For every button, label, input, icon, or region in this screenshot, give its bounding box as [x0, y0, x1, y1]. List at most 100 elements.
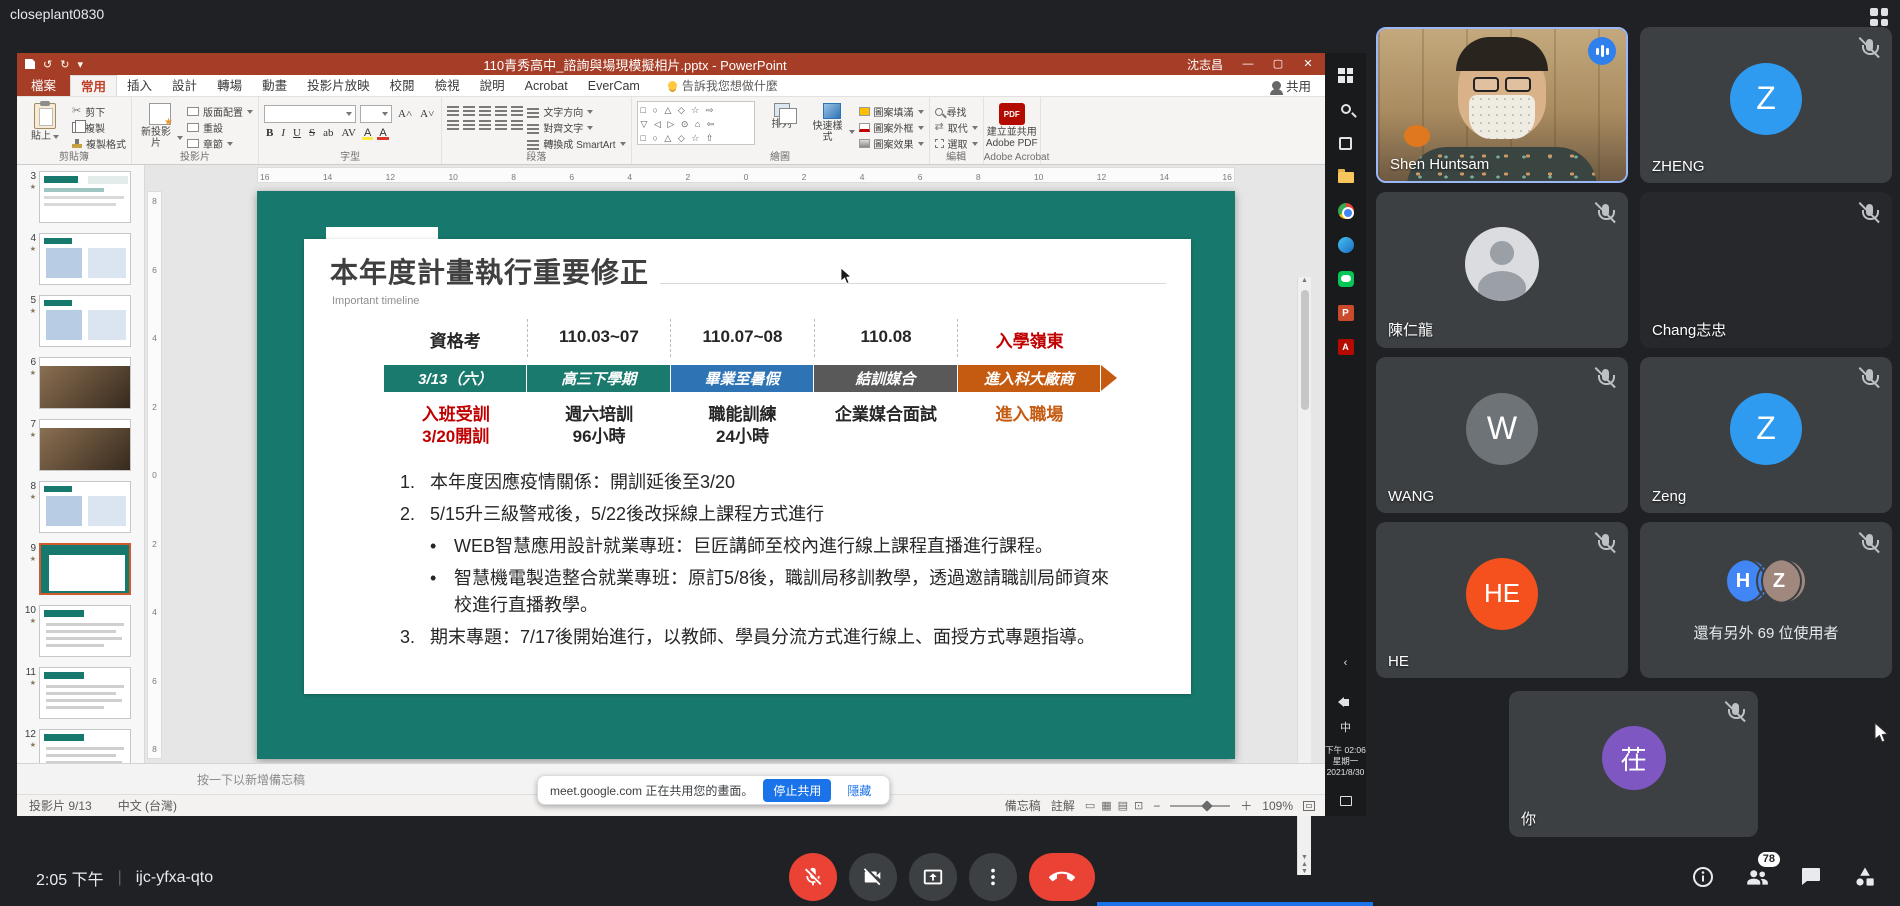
- slideshow-view-icon[interactable]: ⊡: [1134, 799, 1143, 812]
- zoom-slider[interactable]: [1170, 805, 1230, 807]
- align-text-button[interactable]: 對齊文字: [527, 121, 625, 134]
- font-size-select[interactable]: [360, 105, 392, 123]
- mute-button[interactable]: [789, 853, 837, 901]
- view-switcher[interactable]: ▭ ▦ ▤ ⊡: [1085, 799, 1143, 812]
- end-call-button[interactable]: [1029, 853, 1095, 901]
- align-center-icon[interactable]: [463, 119, 475, 129]
- vertical-ruler[interactable]: 864202468: [147, 191, 162, 759]
- copy-button[interactable]: 複製: [72, 121, 126, 134]
- ribbon-tab[interactable]: 插入: [117, 75, 162, 96]
- ribbon-tab[interactable]: Acrobat: [515, 75, 578, 96]
- chat-button[interactable]: [1798, 864, 1824, 890]
- ribbon-tab[interactable]: EverCam: [578, 75, 650, 96]
- notes-toggle[interactable]: 備忘稿: [1005, 797, 1041, 814]
- hidden-icons-chevron[interactable]: ‹: [1325, 657, 1366, 669]
- acrobat-button[interactable]: A: [1325, 331, 1366, 363]
- zoom-out-icon[interactable]: −: [1153, 799, 1160, 813]
- arrange-button[interactable]: 排列: [759, 101, 805, 149]
- tell-me-box[interactable]: 告訴我您想做什麼: [668, 75, 778, 96]
- strikethrough-button[interactable]: S: [307, 127, 317, 139]
- ribbon-tab[interactable]: 常用: [70, 75, 117, 96]
- slide-thumbnail[interactable]: 9★: [23, 543, 144, 595]
- participant-tile-wang[interactable]: W WANG: [1376, 357, 1628, 513]
- char-spacing-button[interactable]: AV: [339, 127, 357, 139]
- decrease-indent-icon[interactable]: [479, 105, 491, 115]
- increase-indent-icon[interactable]: [495, 105, 507, 115]
- shrink-font-icon[interactable]: A˅: [418, 108, 436, 120]
- ribbon-tab[interactable]: 設計: [162, 75, 207, 96]
- shape-fill-button[interactable]: 圖案填滿: [859, 105, 924, 118]
- undo-icon[interactable]: ↺: [43, 58, 52, 71]
- numbering-icon[interactable]: [463, 105, 475, 115]
- horizontal-ruler[interactable]: 1614121086420246810121416: [257, 167, 1235, 183]
- reading-view-icon[interactable]: ▤: [1118, 799, 1128, 812]
- grow-font-icon[interactable]: A˄: [396, 108, 414, 120]
- start-button[interactable]: [1325, 59, 1366, 91]
- ribbon-tab[interactable]: 轉場: [207, 75, 252, 96]
- comments-toggle[interactable]: 註解: [1051, 797, 1075, 814]
- italic-button[interactable]: I: [279, 127, 287, 139]
- text-direction-button[interactable]: 文字方向: [527, 105, 625, 118]
- sorter-view-icon[interactable]: ▦: [1101, 799, 1111, 812]
- ribbon-tab[interactable]: 檢視: [425, 75, 470, 96]
- new-slide-button[interactable]: 新投影片: [137, 101, 183, 149]
- reset-button[interactable]: 重設: [187, 121, 253, 134]
- activities-button[interactable]: [1852, 864, 1878, 890]
- camera-button[interactable]: [849, 853, 897, 901]
- quick-styles-button[interactable]: 快速樣式: [809, 101, 855, 149]
- scrollbar-thumb[interactable]: [1301, 290, 1309, 410]
- line-spacing-icon[interactable]: [511, 105, 523, 115]
- bullets-icon[interactable]: [447, 105, 459, 115]
- slide-thumbnail[interactable]: 5★: [23, 295, 144, 347]
- justify-icon[interactable]: [495, 119, 507, 129]
- notes-placeholder[interactable]: 按一下以新增備忘稿: [197, 771, 305, 788]
- paste-button[interactable]: 貼上: [22, 101, 68, 149]
- hide-toast-button[interactable]: 隱藏: [841, 779, 877, 802]
- participant-tile-shen[interactable]: Shen Huntsam: [1376, 27, 1628, 183]
- normal-view-icon[interactable]: ▭: [1085, 799, 1095, 812]
- slide-canvas[interactable]: 本年度計畫執行重要修正 Important timeline 資格考110.03…: [257, 191, 1235, 759]
- edge-button[interactable]: [1325, 229, 1366, 261]
- account-name[interactable]: 沈志昌: [1187, 56, 1223, 73]
- fit-to-window-icon[interactable]: [1303, 801, 1315, 811]
- ribbon-tab[interactable]: 動畫: [252, 75, 297, 96]
- slide-thumbnail[interactable]: 4★: [23, 233, 144, 285]
- cut-button[interactable]: ✂剪下: [72, 105, 126, 118]
- taskbar-search[interactable]: [1325, 93, 1366, 125]
- slide-thumbnail-panel[interactable]: 3★ 4★ 5★ 6★ 7★ 8★: [17, 165, 145, 794]
- ribbon-tab[interactable]: 檔案: [17, 75, 70, 96]
- close-button[interactable]: ✕: [1293, 53, 1323, 75]
- slide-thumbnail[interactable]: 8★: [23, 481, 144, 533]
- participant-tile-zheng[interactable]: Z ZHENG: [1640, 27, 1892, 183]
- zoom-level[interactable]: 109%: [1262, 799, 1293, 813]
- language-indicator[interactable]: 中文 (台灣): [118, 797, 177, 814]
- maximize-button[interactable]: ▢: [1263, 53, 1293, 75]
- scroll-up-icon[interactable]: ▲: [1301, 277, 1308, 284]
- find-button[interactable]: 尋找: [935, 105, 978, 118]
- slide-thumbnail[interactable]: 7★: [23, 419, 144, 471]
- font-name-select[interactable]: [264, 105, 356, 123]
- slide-thumbnail[interactable]: 11★: [23, 667, 144, 719]
- font-color-button[interactable]: A: [377, 127, 388, 139]
- ime-indicator[interactable]: 中: [1325, 719, 1366, 735]
- highlight-color-button[interactable]: A: [362, 127, 373, 139]
- participant-tile-chang[interactable]: Chang志忠: [1640, 192, 1892, 348]
- quick-access-toolbar[interactable]: ↺ ↻ ▾: [25, 58, 83, 71]
- participants-button[interactable]: 78: [1744, 864, 1770, 890]
- powerpoint-button[interactable]: P: [1325, 297, 1366, 329]
- slide-thumbnail[interactable]: 3★: [23, 171, 144, 223]
- ribbon-tab[interactable]: 校閱: [380, 75, 425, 96]
- ribbon-tab[interactable]: 說明: [470, 75, 515, 96]
- participant-tile-he[interactable]: HE HE: [1376, 522, 1628, 678]
- shape-outline-button[interactable]: 圖案外框: [859, 121, 924, 134]
- align-left-icon[interactable]: [447, 119, 459, 129]
- create-pdf-button[interactable]: PDF 建立並共用 Adobe PDF: [989, 101, 1035, 149]
- bold-button[interactable]: B: [264, 127, 275, 139]
- present-button[interactable]: [909, 853, 957, 901]
- task-view-button[interactable]: [1325, 127, 1366, 159]
- minimize-button[interactable]: —: [1233, 53, 1263, 75]
- participant-tile-chen[interactable]: 陳仁龍: [1376, 192, 1628, 348]
- columns-icon[interactable]: [511, 119, 523, 129]
- slide-thumbnail[interactable]: 10★: [23, 605, 144, 657]
- redo-icon[interactable]: ↻: [60, 58, 69, 71]
